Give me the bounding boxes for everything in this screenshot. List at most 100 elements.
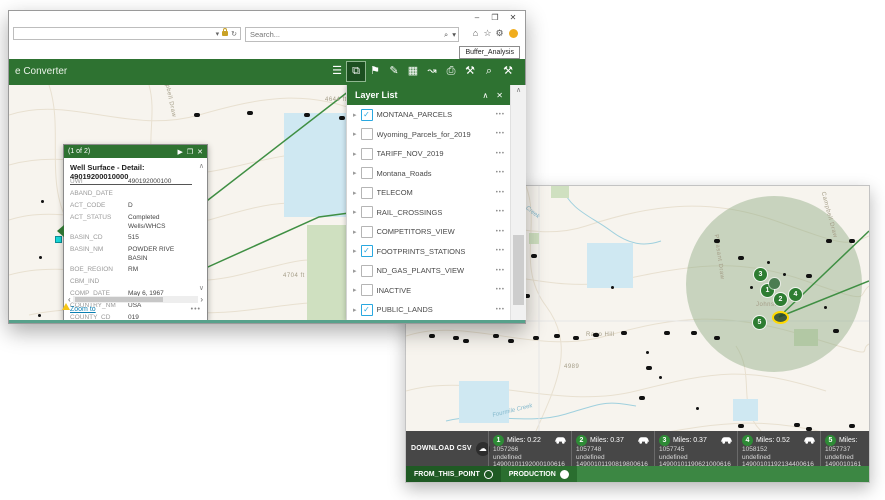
layer-row[interactable]: ▸ RAIL_CROSSINGS ••• — [347, 203, 511, 223]
expand-caret-icon[interactable]: ▸ — [353, 208, 357, 216]
measure-icon[interactable]: ✎ — [385, 62, 403, 81]
popup-close-icon[interactable]: ✕ — [197, 148, 203, 156]
layer-checkbox[interactable]: ✓ — [360, 245, 373, 258]
refresh-icon[interactable]: ↻ — [231, 30, 237, 38]
popup-scroll-down-icon[interactable]: ∨ — [199, 284, 204, 292]
minimize-button[interactable]: – — [469, 12, 485, 24]
popup-maximize-icon[interactable]: ❐ — [187, 148, 193, 156]
scroll-thumb[interactable] — [513, 235, 524, 305]
popup-scroll-up-icon[interactable]: ∧ — [199, 162, 204, 170]
feedback-smiley-icon[interactable] — [509, 29, 518, 38]
popup-next-icon[interactable]: ▶ — [177, 148, 182, 156]
tab-from-this-point[interactable]: FROM_THIS_POINT — [406, 466, 501, 482]
popup-more-icon[interactable]: ••• — [191, 306, 201, 313]
layer-row[interactable]: ▸ TARIFF_NOV_2019 ••• — [347, 144, 511, 164]
hscroll-right-icon[interactable]: › — [200, 295, 203, 304]
radio-unselected-icon[interactable] — [483, 469, 493, 479]
radio-selected-icon[interactable] — [559, 469, 569, 479]
numbered-marker[interactable]: 3 — [754, 268, 767, 281]
expand-caret-icon[interactable]: ▸ — [353, 169, 357, 177]
layer-checkbox[interactable] — [360, 128, 373, 141]
search-magnifier-icon[interactable]: ⌕ — [442, 30, 450, 40]
restore-button[interactable]: ❐ — [487, 12, 503, 24]
address-dropdown-icon[interactable]: ▾ — [216, 30, 220, 38]
expand-caret-icon[interactable]: ▸ — [353, 306, 357, 314]
query-icon[interactable]: ⌕ — [480, 62, 498, 81]
layer-menu-icon[interactable]: ••• — [496, 229, 505, 235]
unnumbered-marker[interactable] — [769, 278, 780, 289]
scroll-up-icon[interactable]: ∧ — [511, 86, 526, 94]
layer-menu-icon[interactable]: ••• — [496, 209, 505, 215]
settings-gear-icon[interactable]: ⚙ — [494, 28, 505, 39]
layer-row[interactable]: ▸ COMPETITORS_VIEW ••• — [347, 222, 511, 242]
selected-well-marker[interactable] — [55, 236, 62, 243]
expand-caret-icon[interactable]: ▸ — [353, 286, 357, 294]
expand-caret-icon[interactable]: ▸ — [353, 247, 357, 255]
layer-checkbox[interactable] — [360, 225, 373, 238]
layer-menu-icon[interactable]: ••• — [496, 307, 505, 313]
layer-row[interactable]: ▸ Montana_Roads ••• — [347, 164, 511, 184]
tab-production[interactable]: PRODUCTION — [500, 466, 577, 482]
result-card[interactable]: 5 Miles: 1057737 undefined 1490010161 — [820, 431, 869, 466]
result-card[interactable]: 3 Miles: 0.37 1057745 undefined 149001011906… — [654, 431, 737, 466]
download-csv-button[interactable]: DOWNLOAD CSV ☁ — [406, 431, 490, 466]
layer-checkbox[interactable] — [360, 167, 373, 180]
layer-checkbox[interactable]: ✓ — [360, 303, 373, 316]
result-card[interactable]: 1 Miles: 0.22 1057266 undefined 149001011920… — [488, 431, 571, 466]
expand-caret-icon[interactable]: ▸ — [353, 228, 357, 236]
directions-icon[interactable]: ↝ — [423, 62, 441, 81]
close-button[interactable]: ✕ — [505, 12, 521, 24]
layer-menu-icon[interactable]: ••• — [496, 131, 505, 137]
search-input[interactable] — [246, 30, 443, 39]
layer-checkbox[interactable] — [360, 284, 373, 297]
favorites-star-icon[interactable]: ☆ — [482, 28, 493, 39]
layer-row[interactable]: ▸ ND_GAS_PLANTS_VIEW ••• — [347, 261, 511, 281]
layer-menu-icon[interactable]: ••• — [496, 112, 505, 118]
layer-menu-icon[interactable]: ••• — [496, 190, 505, 196]
expand-caret-icon[interactable]: ▸ — [353, 130, 357, 138]
collapse-icon[interactable]: ∧ — [482, 91, 488, 100]
numbered-marker[interactable]: 2 — [774, 293, 787, 306]
expand-caret-icon[interactable]: ▸ — [353, 150, 357, 158]
map-canvas-1[interactable]: 4644 ft 4704 ft Campbell Draw (1 of 2) ▶ ❐… — [9, 85, 523, 320]
result-card[interactable]: 2 Miles: 0.37 1057748 undefined 149001011908… — [571, 431, 654, 466]
selected-point-highlight[interactable] — [772, 311, 789, 324]
layer-menu-icon[interactable]: ••• — [496, 268, 505, 274]
draw-icon[interactable]: ⚑ — [366, 62, 384, 81]
layer-menu-icon[interactable]: ••• — [496, 170, 505, 176]
layer-row[interactable]: ▸ ✓ FOOTPRINTS_STATIONS ••• — [347, 242, 511, 262]
hscroll-track[interactable] — [72, 296, 199, 303]
layer-checkbox[interactable] — [360, 147, 373, 160]
print-icon[interactable]: ⎙ — [442, 62, 460, 81]
popup-horizontal-scrollbar[interactable]: ‹ › — [68, 295, 203, 304]
toolbox-a-icon[interactable]: ⚒ — [461, 62, 479, 81]
vertical-scrollbar[interactable]: ∧ — [510, 85, 526, 320]
layer-checkbox[interactable]: ✓ — [360, 108, 373, 121]
toolbox-b-icon[interactable]: ⚒ — [499, 62, 517, 81]
layer-row[interactable]: ▸ INACTIVE ••• — [347, 281, 511, 301]
legend-icon[interactable]: ☰ — [328, 62, 346, 81]
layer-checkbox[interactable] — [360, 206, 373, 219]
layer-list-icon[interactable]: ⧉ — [346, 61, 366, 82]
address-bar[interactable]: ▾ ↻ — [13, 27, 241, 40]
expand-caret-icon[interactable]: ▸ — [353, 111, 357, 119]
basemap-gallery-icon[interactable]: ▦ — [404, 62, 422, 81]
expand-caret-icon[interactable]: ▸ — [353, 189, 357, 197]
layer-menu-icon[interactable]: ••• — [496, 151, 505, 157]
layer-row[interactable]: ▸ ✓ MONTANA_PARCELS ••• — [347, 105, 511, 125]
numbered-marker[interactable]: 5 — [753, 316, 766, 329]
hscroll-thumb[interactable] — [74, 297, 163, 302]
layer-menu-icon[interactable]: ••• — [496, 248, 505, 254]
search-dropdown-icon[interactable]: ▾ — [450, 30, 458, 39]
layer-checkbox[interactable] — [360, 264, 373, 277]
layer-menu-icon[interactable]: ••• — [496, 287, 505, 293]
layer-row[interactable]: ▸ Wyoming_Parcels_for_2019 ••• — [347, 125, 511, 145]
layer-checkbox[interactable] — [360, 186, 373, 199]
layer-row[interactable]: ▸ TELECOM ••• — [347, 183, 511, 203]
expand-caret-icon[interactable]: ▸ — [353, 267, 357, 275]
result-card[interactable]: 4 Miles: 0.52 1058152 undefined 149001011921… — [737, 431, 820, 466]
zoom-to-link[interactable]: Zoom to — [70, 306, 96, 313]
numbered-marker[interactable]: 4 — [789, 288, 802, 301]
layer-row[interactable]: ▸ ✓ PUBLIC_LANDS ••• — [347, 300, 511, 320]
panel-close-icon[interactable]: ✕ — [496, 91, 503, 100]
